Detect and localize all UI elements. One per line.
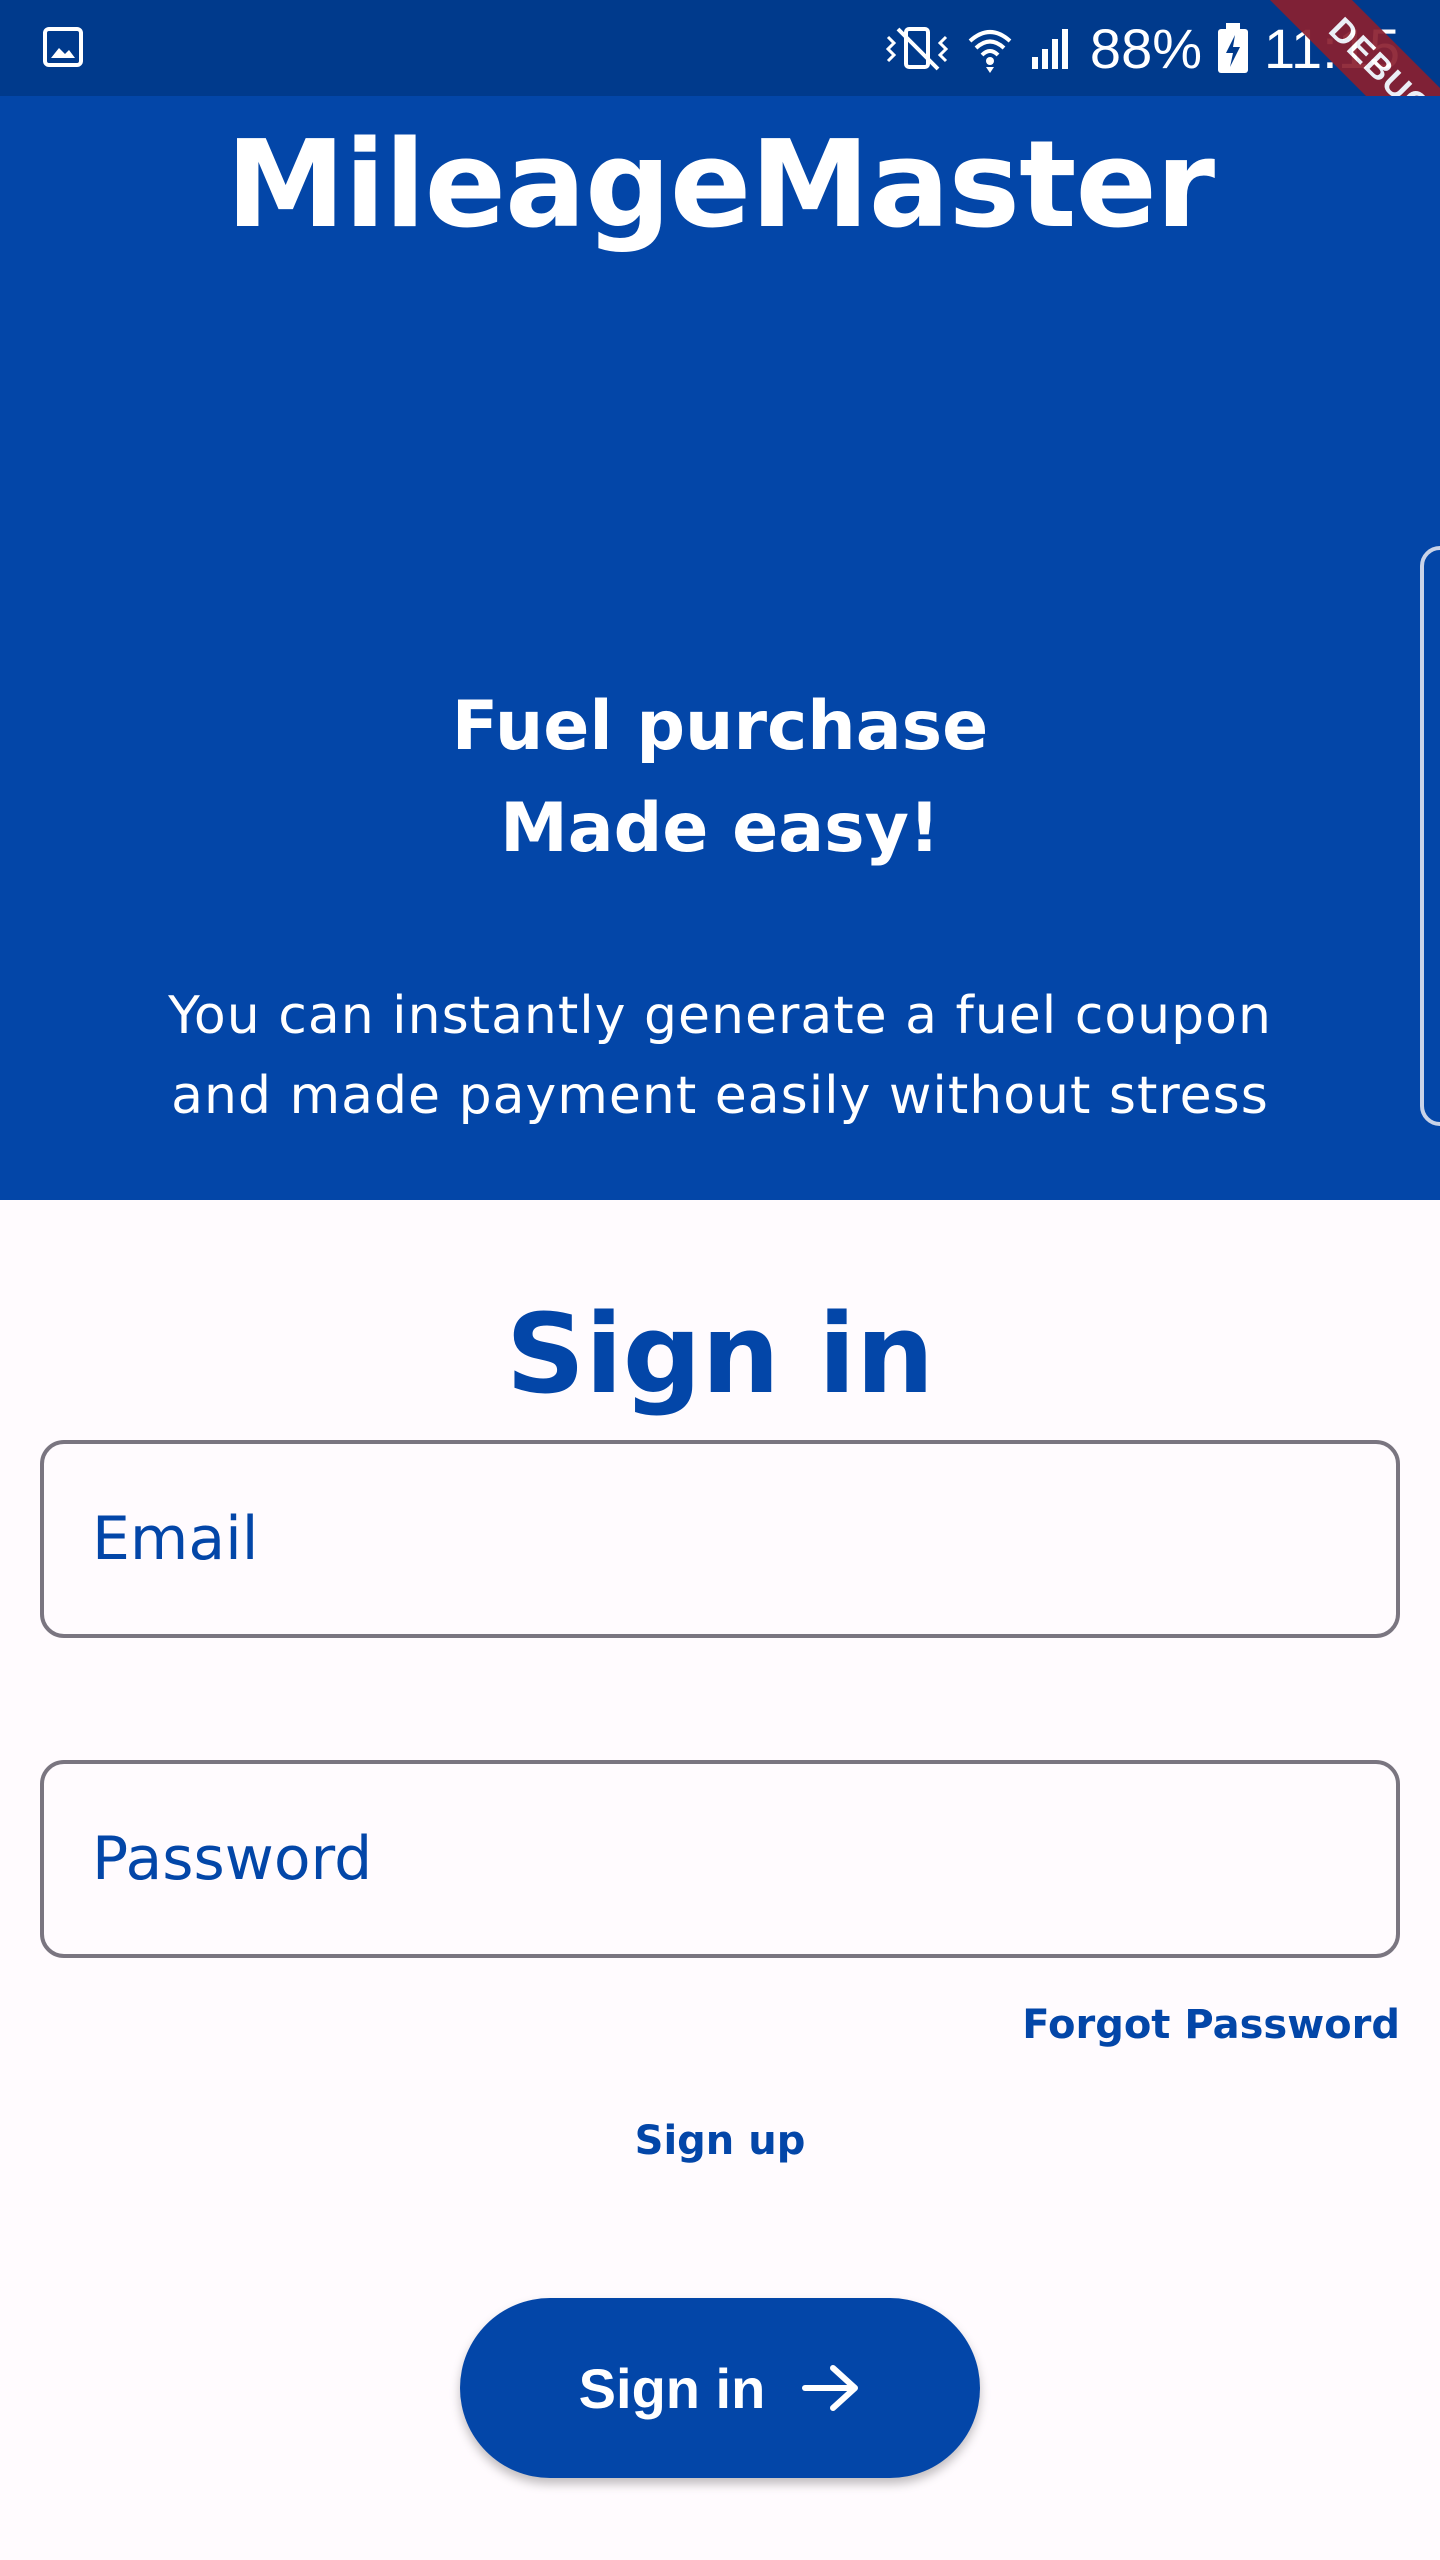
email-input[interactable]	[92, 1504, 1396, 1574]
battery-percent: 88%	[1089, 16, 1203, 80]
signin-title: Sign in	[505, 1290, 935, 1418]
arrow-right-icon	[801, 2362, 861, 2414]
tagline-line-1: Fuel purchase	[451, 687, 989, 766]
description-line-1: You can instantly generate a fuel coupon	[168, 986, 1272, 1046]
tagline-line-2: Made easy!	[500, 789, 940, 868]
password-input[interactable]	[92, 1824, 1396, 1894]
mute-vibrate-icon	[882, 23, 952, 73]
forgot-password-link[interactable]: Forgot Password	[1022, 2002, 1400, 2048]
carousel-edge	[1420, 546, 1440, 1126]
hero-section: MileageMaster Fuel purchase Made easy! Y…	[0, 96, 1440, 1200]
sign-up-link[interactable]: Sign up	[0, 2118, 1440, 2164]
tagline: Fuel purchase Made easy!	[0, 676, 1440, 880]
signal-icon	[1028, 23, 1076, 73]
sign-in-button[interactable]: Sign in	[460, 2298, 980, 2478]
password-field[interactable]	[40, 1760, 1400, 1958]
wifi-icon	[966, 23, 1014, 73]
gallery-icon	[42, 26, 84, 68]
battery-charging-icon	[1216, 21, 1250, 75]
app-title: MileageMaster	[225, 116, 1215, 255]
description: You can instantly generate a fuel coupon…	[80, 976, 1360, 1136]
status-bar: 88% 11:15	[0, 0, 1440, 96]
sign-in-button-label: Sign in	[578, 2356, 766, 2420]
description-line-2: and made payment easily without stress	[171, 1066, 1269, 1126]
email-field[interactable]	[40, 1440, 1400, 1638]
